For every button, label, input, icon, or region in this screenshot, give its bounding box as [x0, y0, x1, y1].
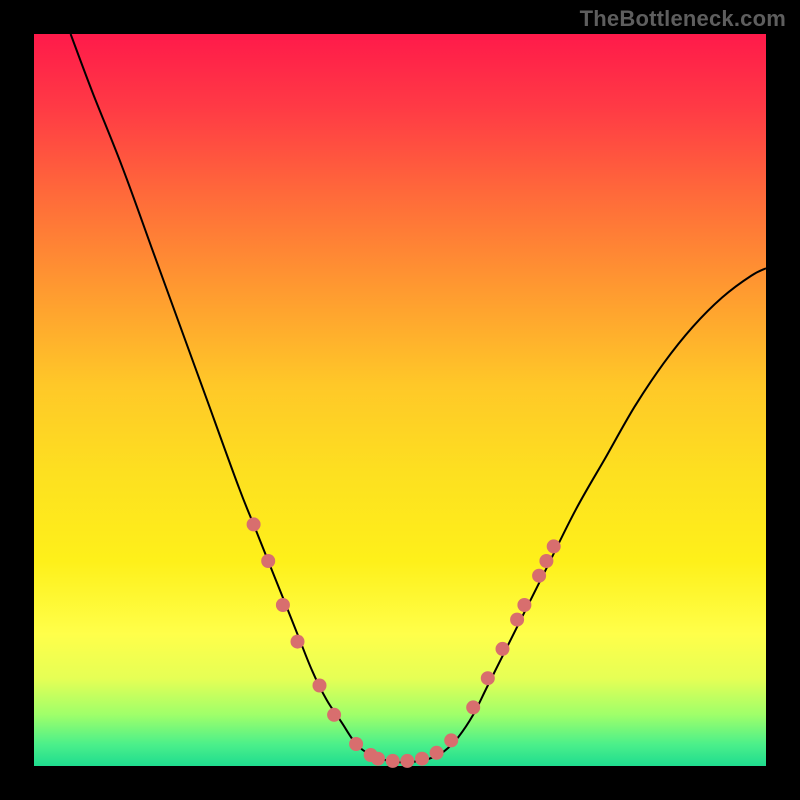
data-point — [386, 754, 400, 768]
data-point — [430, 746, 444, 760]
data-point — [291, 635, 305, 649]
data-point — [400, 754, 414, 768]
data-point — [481, 671, 495, 685]
data-point — [496, 642, 510, 656]
data-point — [276, 598, 290, 612]
data-point — [247, 517, 261, 531]
watermark-text: TheBottleneck.com — [580, 6, 786, 32]
data-point — [510, 613, 524, 627]
data-point — [349, 737, 363, 751]
data-point — [539, 554, 553, 568]
chart-frame: TheBottleneck.com — [0, 0, 800, 800]
data-point — [415, 752, 429, 766]
data-point — [547, 539, 561, 553]
data-point — [261, 554, 275, 568]
data-point — [517, 598, 531, 612]
plot-area — [34, 34, 766, 766]
data-point — [313, 679, 327, 693]
data-point — [444, 733, 458, 747]
data-point — [532, 569, 546, 583]
bottleneck-curve — [34, 34, 766, 766]
data-point — [466, 700, 480, 714]
data-point — [327, 708, 341, 722]
data-point — [371, 752, 385, 766]
